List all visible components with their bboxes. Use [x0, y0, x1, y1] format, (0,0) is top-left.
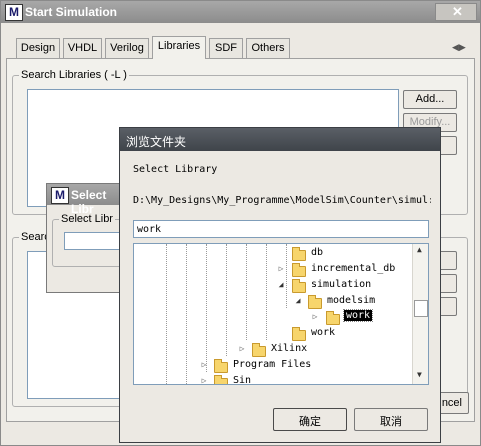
modelsim-logo-icon: M: [51, 187, 69, 204]
tree-item-label: incremental_db: [311, 263, 396, 274]
browse-prompt: Select Library: [133, 164, 218, 175]
expand-arrow-icon[interactable]: ▷: [238, 344, 246, 353]
scroll-down-button[interactable]: ▼: [414, 368, 427, 382]
main-titlebar: M Start Simulation ✕: [1, 1, 480, 23]
tab-scroll-arrows[interactable]: ◀▶: [452, 42, 472, 56]
tree-item-work[interactable]: work: [134, 326, 412, 342]
tab-vhdl[interactable]: VHDL: [63, 38, 102, 58]
folder-icon: [292, 263, 306, 277]
browse-dialog-title: 浏览文件夹: [126, 135, 187, 149]
folder-icon: [292, 247, 306, 261]
select-library-title: Select Libr: [71, 188, 107, 216]
folder-open-icon: [308, 295, 322, 309]
folder-name-input[interactable]: work: [133, 220, 429, 238]
tree-item-db[interactable]: db: [134, 246, 412, 262]
tab-sdf[interactable]: SDF: [209, 38, 243, 58]
tree-item-simulation[interactable]: ◢ simulation: [134, 278, 412, 294]
search-libraries-label: Search Libraries ( -L ): [19, 69, 129, 81]
tree-item-label: db: [311, 247, 324, 258]
folder-icon: [252, 343, 266, 357]
scroll-down-icon: ▼: [417, 370, 422, 379]
scroll-up-button[interactable]: ▲: [414, 245, 427, 259]
scroll-up-icon: ▲: [417, 245, 422, 254]
tab-others[interactable]: Others: [246, 38, 290, 58]
select-library-window: M Select Libr Select Libr: [46, 183, 134, 293]
tab-verilog[interactable]: Verilog: [105, 38, 149, 58]
select-library-field-label: Select Libr: [59, 213, 115, 225]
tree-item-label: Xilinx: [271, 343, 308, 354]
folder-icon: [326, 311, 340, 325]
folder-open-icon: [292, 279, 306, 293]
add-button[interactable]: Add...: [403, 90, 457, 109]
folder-icon: [292, 327, 306, 341]
folder-name-value: work: [137, 224, 162, 235]
tree-item-label: modelsim: [327, 295, 376, 306]
tab-design[interactable]: Design: [16, 38, 60, 58]
expand-arrow-icon[interactable]: ▷: [311, 312, 319, 321]
ok-button[interactable]: 确定: [273, 408, 347, 431]
collapse-arrow-icon[interactable]: ◢: [277, 280, 285, 289]
tree-item-label: simulation: [311, 279, 372, 290]
collapse-arrow-icon[interactable]: ◢: [294, 296, 302, 305]
chevron-left-icon[interactable]: ◀: [452, 42, 459, 52]
scroll-thumb[interactable]: [414, 300, 428, 317]
folder-icon: [214, 359, 228, 373]
modelsim-logo-icon: M: [5, 4, 23, 21]
tree-item-label: work: [311, 327, 336, 338]
browse-path: D:\My_Designs\My_Programme\ModelSim\Coun…: [133, 195, 431, 206]
browse-folder-dialog: 浏览文件夹 Select Library D:\My_Designs\My_Pr…: [119, 127, 441, 443]
tree-item-program-files[interactable]: ▷ Program Files: [134, 358, 412, 374]
browse-dialog-titlebar: 浏览文件夹: [120, 128, 440, 151]
close-button[interactable]: ✕: [435, 3, 477, 21]
main-window-title: Start Simulation: [25, 5, 118, 19]
tree-item-sin[interactable]: ▷ Sin: [134, 374, 412, 385]
expand-arrow-icon[interactable]: ▷: [277, 264, 285, 273]
dialog-cancel-button[interactable]: 取消: [354, 408, 428, 431]
tree-item-label: work: [342, 309, 374, 322]
tree-item-incremental-db[interactable]: ▷ incremental_db: [134, 262, 412, 278]
expand-arrow-icon[interactable]: ▷: [200, 376, 208, 384]
folder-icon: [214, 375, 228, 384]
tree-item-label: Program Files: [233, 359, 312, 370]
tree-item-label: Sin: [233, 375, 252, 385]
close-icon: ✕: [452, 4, 463, 19]
expand-arrow-icon[interactable]: ▷: [200, 360, 208, 369]
tree-item-work-selected[interactable]: ▷ work: [134, 309, 412, 326]
select-library-titlebar: M Select Libr: [47, 184, 125, 216]
tree-item-modelsim[interactable]: ◢ modelsim: [134, 294, 412, 310]
tree-item-xilinx[interactable]: ▷ Xilinx: [134, 342, 412, 358]
chevron-right-icon[interactable]: ▶: [459, 42, 466, 52]
folder-tree[interactable]: db ▷ incremental_db ◢ simulation ◢ model…: [133, 243, 429, 385]
tree-scrollbar[interactable]: ▲ ▼: [412, 244, 428, 384]
tab-libraries[interactable]: Libraries: [152, 36, 206, 59]
